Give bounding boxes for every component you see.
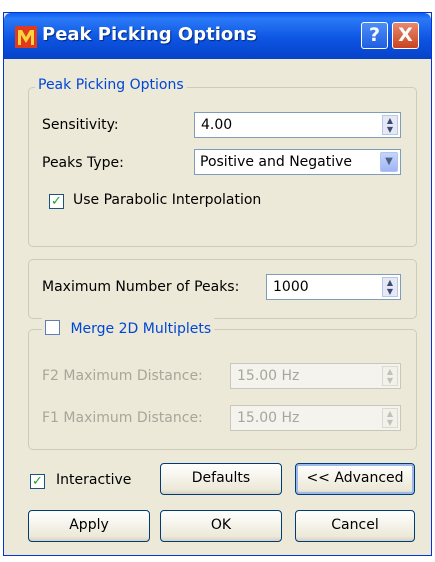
check-icon: ✓ bbox=[51, 194, 62, 209]
f1-distance-value: 15.00 Hz bbox=[237, 410, 300, 426]
sensitivity-value: 4.00 bbox=[201, 117, 233, 133]
f1-distance-spinbox[interactable]: 15.00 Hz ▲ ▼ bbox=[230, 405, 401, 431]
spin-arrows-icon[interactable]: ▲ ▼ bbox=[382, 277, 398, 297]
peaks-type-value: Positive and Negative bbox=[200, 154, 353, 170]
parabolic-label: Use Parabolic Interpolation bbox=[73, 192, 262, 208]
ok-button[interactable]: OK bbox=[160, 510, 282, 542]
check-icon: ✓ bbox=[32, 474, 43, 489]
sensitivity-spinbox[interactable]: 4.00 ▲ ▼ bbox=[194, 112, 401, 138]
advanced-button[interactable]: << Advanced bbox=[295, 463, 415, 495]
f1-distance-label: F1 Maximum Distance: bbox=[42, 410, 203, 426]
max-peaks-value: 1000 bbox=[273, 279, 309, 295]
peak-picking-legend: Peak Picking Options bbox=[35, 77, 187, 93]
peaks-type-select[interactable]: Positive and Negative ▼ bbox=[194, 149, 401, 175]
max-peaks-label: Maximum Number of Peaks: bbox=[42, 279, 240, 295]
interactive-checkbox[interactable]: ✓ bbox=[30, 474, 45, 489]
merge-multiplets-checkbox[interactable] bbox=[45, 320, 60, 335]
peaks-type-label: Peaks Type: bbox=[42, 155, 124, 171]
title-bar: Peak Picking Options ? X bbox=[4, 13, 431, 59]
spin-arrows-icon[interactable]: ▲ ▼ bbox=[382, 115, 398, 135]
window-title: Peak Picking Options bbox=[42, 24, 257, 45]
f2-distance-value: 15.00 Hz bbox=[237, 368, 300, 384]
help-button[interactable]: ? bbox=[361, 22, 388, 49]
dialog-window: Peak Picking Options ? X Peak Picking Op… bbox=[3, 12, 432, 556]
merge-multiplets-group bbox=[28, 329, 417, 450]
max-peaks-spinbox[interactable]: 1000 ▲ ▼ bbox=[266, 274, 401, 300]
sensitivity-label: Sensitivity: bbox=[42, 117, 119, 133]
merge-legend-wrap: Merge 2D Multiplets bbox=[42, 318, 215, 337]
parabolic-checkbox[interactable]: ✓ bbox=[49, 194, 64, 209]
chevron-down-icon[interactable]: ▼ bbox=[380, 152, 398, 172]
spin-arrows-icon[interactable]: ▲ ▼ bbox=[382, 408, 398, 428]
defaults-button[interactable]: Defaults bbox=[160, 463, 282, 495]
merge-multiplets-label: Merge 2D Multiplets bbox=[70, 321, 212, 337]
cancel-button[interactable]: Cancel bbox=[295, 510, 415, 542]
interactive-label: Interactive bbox=[56, 472, 132, 488]
help-icon: ? bbox=[368, 24, 381, 46]
apply-button[interactable]: Apply bbox=[28, 510, 150, 542]
close-icon: X bbox=[398, 24, 413, 46]
f2-distance-spinbox[interactable]: 15.00 Hz ▲ ▼ bbox=[230, 363, 401, 389]
close-button[interactable]: X bbox=[392, 22, 419, 49]
app-logo-icon bbox=[15, 26, 37, 48]
f2-distance-label: F2 Maximum Distance: bbox=[42, 368, 203, 384]
spin-arrows-icon[interactable]: ▲ ▼ bbox=[382, 366, 398, 386]
